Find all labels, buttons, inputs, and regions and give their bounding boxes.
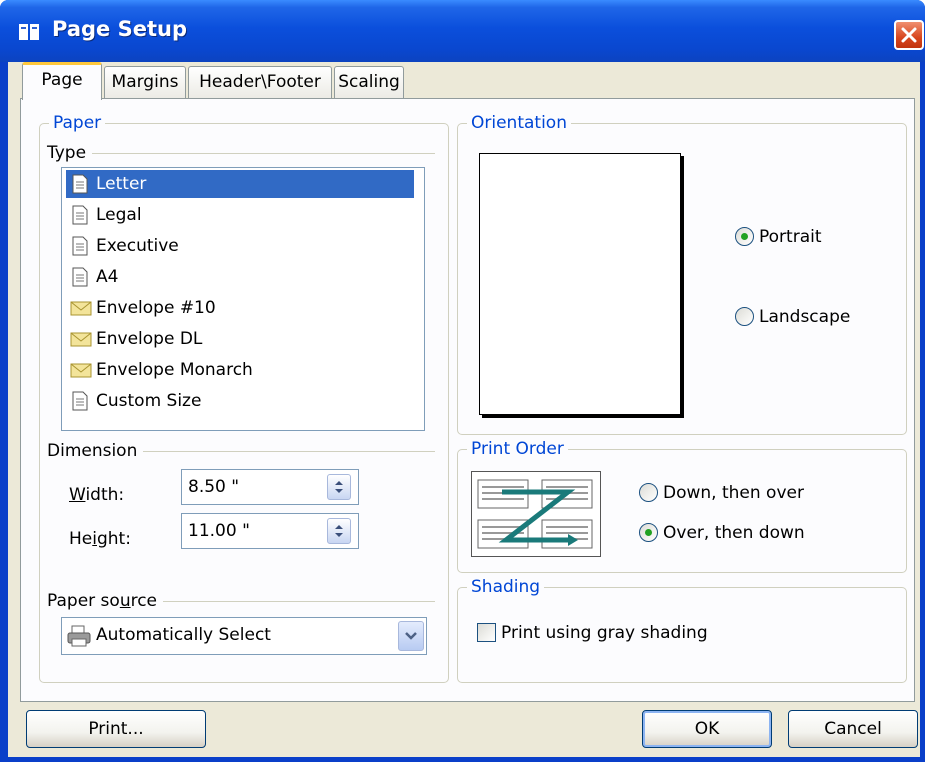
tab-label: Scaling — [338, 72, 400, 92]
page-icon — [72, 174, 88, 194]
shading-group-label: Shading — [467, 577, 545, 597]
dropdown-button[interactable] — [398, 621, 424, 651]
paper-source-label: Paper source — [47, 591, 164, 611]
book-icon — [19, 24, 39, 40]
portrait-label[interactable]: Portrait — [759, 227, 822, 247]
envelope-icon — [70, 332, 92, 347]
list-item-label: Custom Size — [96, 391, 202, 411]
down-then-over-label[interactable]: Down, then over — [663, 483, 804, 503]
landscape-label[interactable]: Landscape — [759, 307, 850, 327]
page-icon — [72, 236, 88, 256]
portrait-radio[interactable] — [735, 227, 754, 246]
dialog-client-area: Page Margins Header\Footer Scaling Paper… — [8, 62, 920, 757]
page-setup-dialog: Page Setup Page Margins Header\Footer Sc… — [0, 0, 925, 762]
tab-label: Page — [41, 70, 83, 90]
page-icon — [72, 267, 88, 287]
list-item-label: Envelope Monarch — [96, 360, 253, 380]
tab-header-footer[interactable]: Header\Footer — [188, 66, 332, 98]
width-value: 8.50 " — [188, 477, 240, 497]
tab-panel-page: Paper Type Letter Legal Executive A4 Env… — [20, 98, 915, 702]
tab-margins[interactable]: Margins — [104, 66, 186, 98]
list-item-label: Legal — [96, 205, 142, 225]
list-item[interactable]: Custom Size — [66, 387, 414, 415]
orientation-group-label: Orientation — [467, 113, 571, 133]
page-icon — [72, 205, 88, 225]
down-then-over-radio[interactable] — [639, 483, 658, 502]
spin-up-down-icon — [335, 525, 343, 537]
window-title: Page Setup — [52, 17, 187, 41]
over-then-down-label[interactable]: Over, then down — [663, 523, 805, 543]
list-item[interactable]: Letter — [66, 170, 414, 198]
list-item-label: Executive — [96, 236, 179, 256]
cancel-button[interactable]: Cancel — [788, 710, 918, 748]
height-spinner[interactable] — [327, 518, 351, 544]
height-value: 11.00 " — [188, 521, 250, 541]
height-label: Height: — [69, 529, 131, 549]
gray-shading-label[interactable]: Print using gray shading — [501, 623, 708, 643]
list-item[interactable]: Executive — [66, 232, 414, 260]
over-then-down-radio[interactable] — [639, 523, 658, 542]
list-item[interactable]: Envelope Monarch — [66, 356, 414, 384]
list-item-label: Envelope #10 — [96, 298, 216, 318]
paper-source-value: Automatically Select — [96, 625, 271, 645]
tab-scaling[interactable]: Scaling — [334, 66, 404, 98]
chevron-down-icon — [405, 632, 417, 640]
list-item-label: Envelope DL — [96, 329, 203, 349]
tab-label: Margins — [111, 72, 179, 92]
list-item-label: A4 — [96, 267, 119, 287]
envelope-icon — [70, 301, 92, 316]
paper-source-select[interactable]: Automatically Select — [61, 617, 427, 655]
list-item[interactable]: Legal — [66, 201, 414, 229]
tab-label: Header\Footer — [199, 72, 321, 92]
tab-page[interactable]: Page — [22, 62, 102, 100]
list-item-label: Letter — [96, 174, 147, 194]
close-icon — [901, 27, 917, 43]
list-item[interactable]: Envelope DL — [66, 325, 414, 353]
list-item[interactable]: A4 — [66, 263, 414, 291]
paper-group-label: Paper — [49, 113, 106, 133]
width-label: Width: — [69, 485, 125, 505]
ok-button[interactable]: OK — [642, 710, 772, 748]
print-order-preview — [471, 471, 601, 557]
page-icon — [72, 391, 88, 411]
width-spinner[interactable] — [327, 474, 351, 500]
paper-type-list[interactable]: Letter Legal Executive A4 Envelope #10 E… — [61, 167, 425, 431]
print-order-z-icon — [477, 479, 593, 549]
envelope-icon — [70, 363, 92, 378]
gray-shading-checkbox[interactable] — [477, 623, 496, 642]
landscape-radio[interactable] — [735, 307, 754, 326]
spin-up-down-icon — [335, 481, 343, 493]
orientation-preview — [479, 153, 681, 415]
print-order-group-label: Print Order — [467, 439, 568, 459]
print-button[interactable]: Print... — [26, 710, 206, 748]
printer-icon — [67, 625, 91, 647]
list-item[interactable]: Envelope #10 — [66, 294, 414, 322]
type-divider — [55, 153, 435, 154]
type-label: Type — [47, 143, 93, 163]
title-bar[interactable]: Page Setup — [0, 0, 925, 62]
close-button[interactable] — [894, 20, 924, 50]
dimension-label: Dimension — [47, 441, 144, 461]
